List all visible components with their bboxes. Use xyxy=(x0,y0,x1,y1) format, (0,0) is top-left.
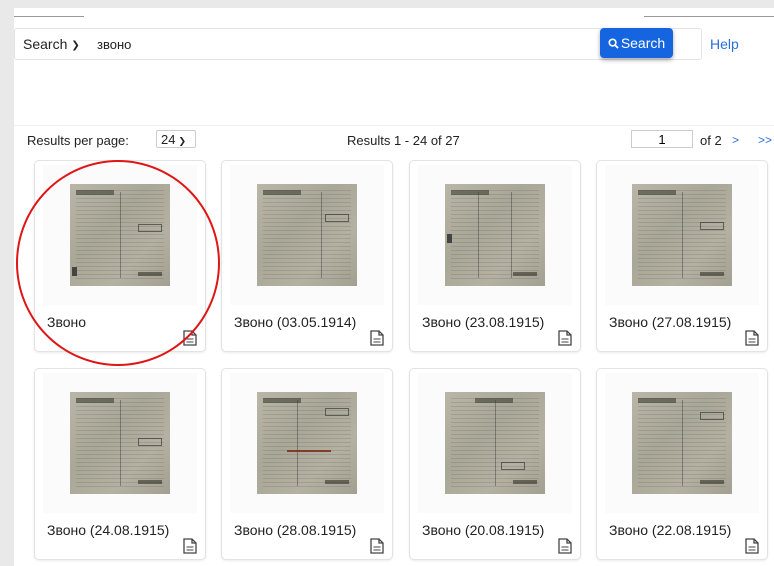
newspaper-thumbnail-image xyxy=(632,392,732,494)
newspaper-thumbnail-image xyxy=(632,184,732,286)
results-per-page-label: Results per page: xyxy=(27,133,129,148)
search-input[interactable] xyxy=(97,33,597,55)
newspaper-thumbnail-image xyxy=(445,184,545,286)
document-icon[interactable] xyxy=(745,538,759,554)
page-total: of 2 xyxy=(700,133,722,148)
result-card[interactable]: Звоно (24.08.1915) xyxy=(34,368,206,560)
thumbnail[interactable] xyxy=(605,373,759,513)
search-bar: Search ❯ xyxy=(14,28,702,60)
newspaper-thumbnail-image xyxy=(70,184,170,286)
thumbnail[interactable] xyxy=(230,165,384,305)
result-card[interactable]: Звоно (03.05.1914) xyxy=(221,160,393,352)
result-title[interactable]: Звоно (28.08.1915) xyxy=(234,522,356,538)
result-title[interactable]: Звоно (24.08.1915) xyxy=(47,522,169,538)
top-divider-right xyxy=(644,8,774,17)
result-title[interactable]: Звоно (22.08.1915) xyxy=(609,522,731,538)
document-icon[interactable] xyxy=(370,538,384,554)
results-per-page-select[interactable]: 24 ❯ xyxy=(156,130,196,148)
result-card[interactable]: Звоно (23.08.1915) xyxy=(409,160,581,352)
result-title[interactable]: Звоно xyxy=(47,314,86,330)
result-title[interactable]: Звоно (23.08.1915) xyxy=(422,314,544,330)
newspaper-thumbnail-image xyxy=(445,392,545,494)
result-title[interactable]: Звоно (20.08.1915) xyxy=(422,522,544,538)
document-icon[interactable] xyxy=(558,538,572,554)
next-page-link[interactable]: > xyxy=(732,133,739,147)
page-number-input[interactable] xyxy=(631,130,693,148)
thumbnail[interactable] xyxy=(418,373,572,513)
result-card[interactable]: Звоно (20.08.1915) xyxy=(409,368,581,560)
result-title[interactable]: Звоно (03.05.1914) xyxy=(234,314,356,330)
chevron-down-icon: ❯ xyxy=(71,40,80,51)
chevron-down-icon: ❯ xyxy=(178,136,187,146)
newspaper-thumbnail-image xyxy=(257,184,357,286)
thumbnail[interactable] xyxy=(230,373,384,513)
newspaper-thumbnail-image xyxy=(257,392,357,494)
newspaper-thumbnail-image xyxy=(70,392,170,494)
result-card[interactable]: Звоно (27.08.1915) xyxy=(596,160,768,352)
help-link[interactable]: Help xyxy=(710,36,739,52)
document-icon[interactable] xyxy=(370,330,384,346)
thumbnail[interactable] xyxy=(43,373,197,513)
result-card[interactable]: Звоно xyxy=(34,160,206,352)
search-icon xyxy=(608,37,619,49)
results-count: Results 1 - 24 of 27 xyxy=(347,133,460,148)
thumbnail[interactable] xyxy=(43,165,197,305)
document-icon[interactable] xyxy=(183,538,197,554)
document-icon[interactable] xyxy=(558,330,572,346)
result-card[interactable]: Звоно (22.08.1915) xyxy=(596,368,768,560)
thumbnail[interactable] xyxy=(605,165,759,305)
document-icon[interactable] xyxy=(183,330,197,346)
document-icon[interactable] xyxy=(745,330,759,346)
thumbnail[interactable] xyxy=(418,165,572,305)
result-card[interactable]: Звоно (28.08.1915) xyxy=(221,368,393,560)
results-bar: Results per page: 24 ❯ Results 1 - 24 of … xyxy=(14,125,774,152)
search-type-dropdown[interactable]: Search ❯ xyxy=(23,36,80,52)
result-title[interactable]: Звоно (27.08.1915) xyxy=(609,314,731,330)
top-divider-left xyxy=(14,8,84,17)
results-per-page-value: 24 xyxy=(161,132,176,147)
search-button-label: Search xyxy=(620,35,666,51)
search-button[interactable]: Search xyxy=(600,28,673,58)
search-type-label: Search xyxy=(23,36,68,52)
last-page-link[interactable]: >> xyxy=(758,133,772,147)
